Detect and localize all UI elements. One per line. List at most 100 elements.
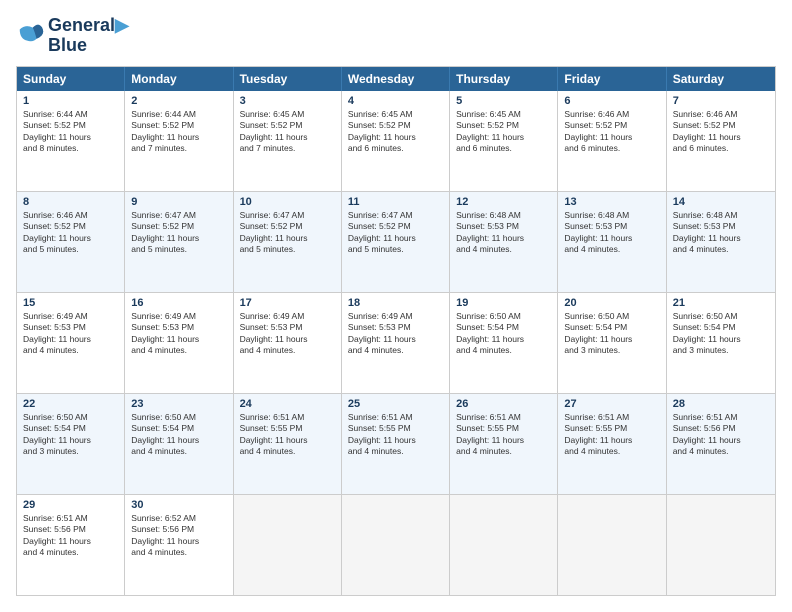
day-number: 1 [23, 95, 118, 107]
day-number: 5 [456, 95, 551, 107]
day-cell: 21 Sunrise: 6:50 AMSunset: 5:54 PMDayligh… [667, 293, 775, 393]
day-cell: 14 Sunrise: 6:48 AMSunset: 5:53 PMDayligh… [667, 192, 775, 292]
empty-cell [667, 495, 775, 595]
day-info: Sunrise: 6:46 AMSunset: 5:52 PMDaylight:… [673, 109, 769, 155]
day-number: 29 [23, 499, 118, 511]
day-number: 25 [348, 398, 443, 410]
day-number: 24 [240, 398, 335, 410]
day-cell: 20Sunrise: 6:50 AMSunset: 5:54 PMDayligh… [558, 293, 666, 393]
day-number: 3 [240, 95, 335, 107]
day-cell: 2Sunrise: 6:44 AMSunset: 5:52 PMDaylight… [125, 91, 233, 191]
day-number: 6 [564, 95, 659, 107]
day-info: Sunrise: 6:44 AMSunset: 5:52 PMDaylight:… [23, 109, 118, 155]
day-number: 8 [23, 196, 118, 208]
day-cell: 29Sunrise: 6:51 AMSunset: 5:56 PMDayligh… [17, 495, 125, 595]
day-cell: 19Sunrise: 6:50 AMSunset: 5:54 PMDayligh… [450, 293, 558, 393]
day-cell: 25 Sunrise: 6:51 AMSunset: 5:55 PMDayligh… [342, 394, 450, 494]
day-number: 10 [240, 196, 335, 208]
empty-cell [558, 495, 666, 595]
day-info: Sunrise: 6:49 AMSunset: 5:53 PMDaylight:… [240, 311, 335, 357]
day-info: Sunrise: 6:50 AMSunset: 5:54 PMDaylight:… [23, 412, 118, 458]
empty-cell [234, 495, 342, 595]
day-cell: 12 Sunrise: 6:48 AMSunset: 5:53 PMDayligh… [450, 192, 558, 292]
day-cell: 6 Sunrise: 6:46 AMSunset: 5:52 PMDaylight… [558, 91, 666, 191]
day-cell: 5 Sunrise: 6:45 AMSunset: 5:52 PMDaylight… [450, 91, 558, 191]
header-cell-sunday: Sunday [17, 67, 125, 91]
day-info: Sunrise: 6:49 AMSunset: 5:53 PMDaylight:… [348, 311, 443, 357]
day-cell: 13 Sunrise: 6:48 AMSunset: 5:53 PMDayligh… [558, 192, 666, 292]
day-info: Sunrise: 6:46 AMSunset: 5:52 PMDaylight:… [23, 210, 118, 256]
day-number: 12 [456, 196, 551, 208]
day-info: Sunrise: 6:50 AMSunset: 5:54 PMDaylight:… [673, 311, 769, 357]
day-number: 4 [348, 95, 443, 107]
day-info: Sunrise: 6:47 AMSunset: 5:52 PMDaylight:… [240, 210, 335, 256]
day-cell: 11Sunrise: 6:47 AMSunset: 5:52 PMDayligh… [342, 192, 450, 292]
calendar-row: 8 Sunrise: 6:46 AMSunset: 5:52 PMDaylight… [17, 191, 775, 292]
day-number: 30 [131, 499, 226, 511]
day-number: 19 [456, 297, 551, 309]
day-info: Sunrise: 6:46 AMSunset: 5:52 PMDaylight:… [564, 109, 659, 155]
logo: General▶ Blue [16, 16, 129, 56]
calendar-header: SundayMondayTuesdayWednesdayThursdayFrid… [17, 67, 775, 91]
page: General▶ Blue SundayMondayTuesdayWednesd… [0, 0, 792, 612]
header: General▶ Blue [16, 16, 776, 56]
day-number: 16 [131, 297, 226, 309]
header-cell-tuesday: Tuesday [234, 67, 342, 91]
day-number: 21 [673, 297, 769, 309]
day-info: Sunrise: 6:51 AMSunset: 5:55 PMDaylight:… [564, 412, 659, 458]
day-info: Sunrise: 6:50 AMSunset: 5:54 PMDaylight:… [564, 311, 659, 357]
calendar: SundayMondayTuesdayWednesdayThursdayFrid… [16, 66, 776, 596]
day-number: 28 [673, 398, 769, 410]
day-cell: 7 Sunrise: 6:46 AMSunset: 5:52 PMDaylight… [667, 91, 775, 191]
calendar-row: 22 Sunrise: 6:50 AMSunset: 5:54 PMDayligh… [17, 393, 775, 494]
day-cell: 16 Sunrise: 6:49 AMSunset: 5:53 PMDayligh… [125, 293, 233, 393]
day-number: 26 [456, 398, 551, 410]
day-cell: 30 Sunrise: 6:52 AMSunset: 5:56 PMDayligh… [125, 495, 233, 595]
empty-cell [342, 495, 450, 595]
day-info: Sunrise: 6:47 AMSunset: 5:52 PMDaylight:… [131, 210, 226, 256]
calendar-row: 1 Sunrise: 6:44 AMSunset: 5:52 PMDaylight… [17, 91, 775, 191]
day-cell: 17 Sunrise: 6:49 AMSunset: 5:53 PMDayligh… [234, 293, 342, 393]
day-cell: 15Sunrise: 6:49 AMSunset: 5:53 PMDayligh… [17, 293, 125, 393]
day-number: 13 [564, 196, 659, 208]
day-number: 2 [131, 95, 226, 107]
day-info: Sunrise: 6:51 AMSunset: 5:55 PMDaylight:… [240, 412, 335, 458]
day-info: Sunrise: 6:45 AMSunset: 5:52 PMDaylight:… [456, 109, 551, 155]
header-cell-thursday: Thursday [450, 67, 558, 91]
day-number: 18 [348, 297, 443, 309]
day-info: Sunrise: 6:45 AMSunset: 5:52 PMDaylight:… [348, 109, 443, 155]
day-cell: 26Sunrise: 6:51 AMSunset: 5:55 PMDayligh… [450, 394, 558, 494]
day-cell: 27 Sunrise: 6:51 AMSunset: 5:55 PMDayligh… [558, 394, 666, 494]
logo-text: General▶ Blue [48, 16, 129, 56]
day-cell: 23Sunrise: 6:50 AMSunset: 5:54 PMDayligh… [125, 394, 233, 494]
day-info: Sunrise: 6:48 AMSunset: 5:53 PMDaylight:… [564, 210, 659, 256]
header-cell-saturday: Saturday [667, 67, 775, 91]
day-info: Sunrise: 6:51 AMSunset: 5:55 PMDaylight:… [348, 412, 443, 458]
day-info: Sunrise: 6:52 AMSunset: 5:56 PMDaylight:… [131, 513, 226, 559]
day-number: 22 [23, 398, 118, 410]
day-info: Sunrise: 6:45 AMSunset: 5:52 PMDaylight:… [240, 109, 335, 155]
header-cell-friday: Friday [558, 67, 666, 91]
day-info: Sunrise: 6:48 AMSunset: 5:53 PMDaylight:… [456, 210, 551, 256]
day-cell: 9Sunrise: 6:47 AMSunset: 5:52 PMDaylight… [125, 192, 233, 292]
day-cell: 3 Sunrise: 6:45 AMSunset: 5:52 PMDaylight… [234, 91, 342, 191]
day-cell: 8 Sunrise: 6:46 AMSunset: 5:52 PMDaylight… [17, 192, 125, 292]
calendar-row: 15Sunrise: 6:49 AMSunset: 5:53 PMDayligh… [17, 292, 775, 393]
day-number: 27 [564, 398, 659, 410]
day-number: 11 [348, 196, 443, 208]
logo-icon [16, 22, 44, 50]
day-number: 14 [673, 196, 769, 208]
day-number: 17 [240, 297, 335, 309]
day-info: Sunrise: 6:49 AMSunset: 5:53 PMDaylight:… [131, 311, 226, 357]
day-info: Sunrise: 6:48 AMSunset: 5:53 PMDaylight:… [673, 210, 769, 256]
day-cell: 4 Sunrise: 6:45 AMSunset: 5:52 PMDaylight… [342, 91, 450, 191]
day-cell: 28Sunrise: 6:51 AMSunset: 5:56 PMDayligh… [667, 394, 775, 494]
calendar-row: 29Sunrise: 6:51 AMSunset: 5:56 PMDayligh… [17, 494, 775, 595]
day-info: Sunrise: 6:49 AMSunset: 5:53 PMDaylight:… [23, 311, 118, 357]
calendar-body: 1 Sunrise: 6:44 AMSunset: 5:52 PMDaylight… [17, 91, 775, 595]
day-cell: 1 Sunrise: 6:44 AMSunset: 5:52 PMDaylight… [17, 91, 125, 191]
day-number: 7 [673, 95, 769, 107]
day-number: 23 [131, 398, 226, 410]
empty-cell [450, 495, 558, 595]
day-cell: 24 Sunrise: 6:51 AMSunset: 5:55 PMDayligh… [234, 394, 342, 494]
